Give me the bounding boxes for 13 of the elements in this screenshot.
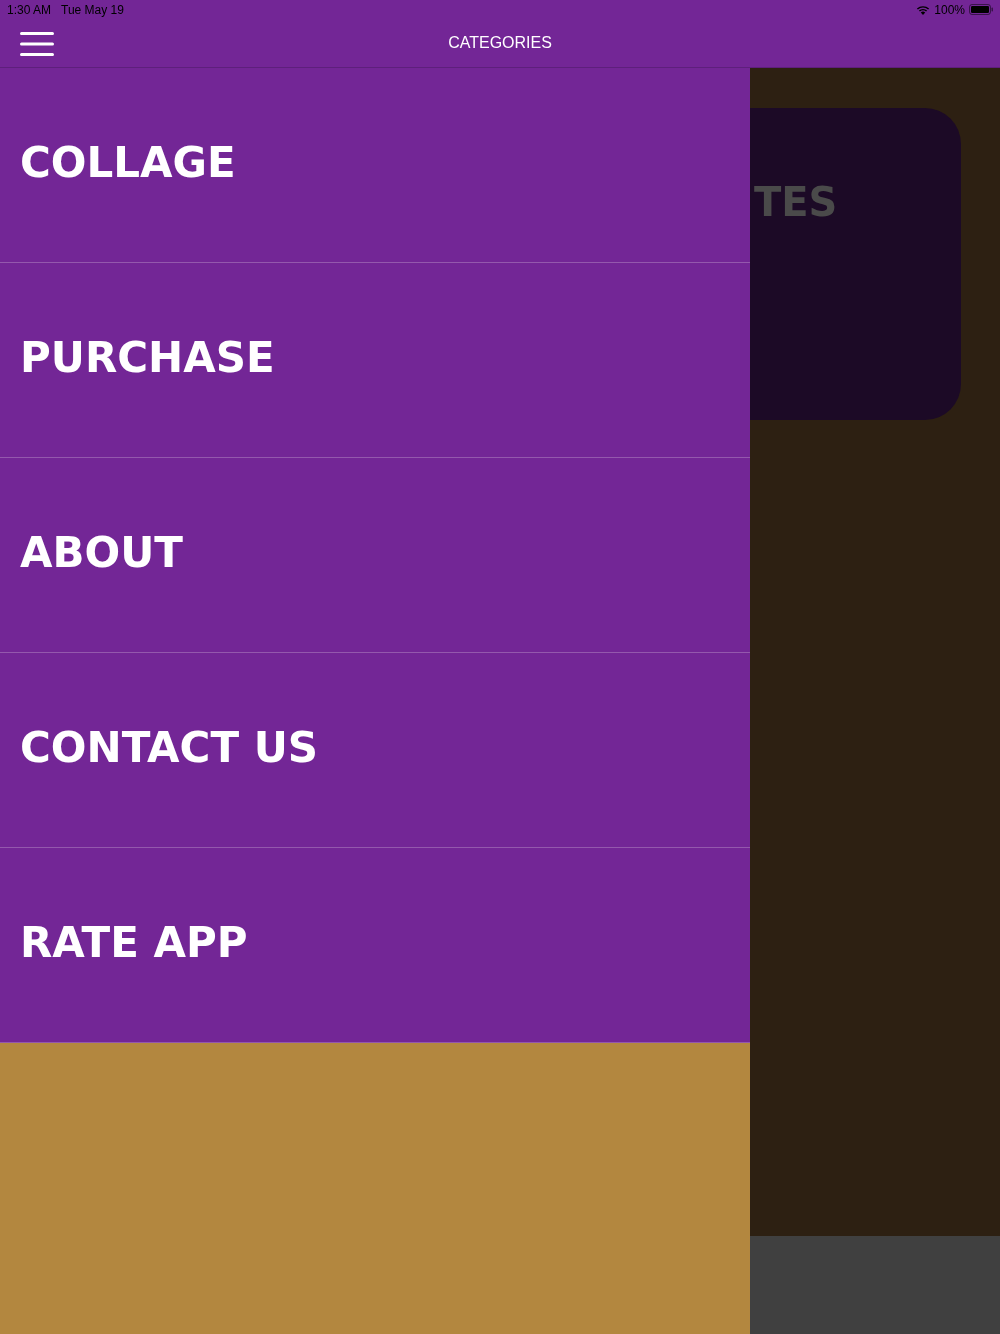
wifi-icon (916, 4, 931, 15)
battery-icon (969, 4, 993, 16)
drawer-menu-item[interactable]: ABOUT (0, 458, 750, 653)
drawer-menu-item[interactable]: COLLAGE (0, 68, 750, 263)
drawer-menu-item[interactable]: PURCHASE (0, 263, 750, 458)
drawer-menu-item[interactable]: CONTACT US (0, 653, 750, 848)
card-title: TES (753, 180, 839, 224)
drawer-menu-item[interactable]: RATE APP (0, 848, 750, 1043)
status-date: Tue May 19 (61, 1, 124, 19)
status-time: 1:30 AM (7, 1, 52, 19)
battery-percent: 100% (934, 1, 965, 19)
menu-icon[interactable] (20, 31, 54, 56)
screen-title: CATEGORIES (448, 33, 552, 54)
